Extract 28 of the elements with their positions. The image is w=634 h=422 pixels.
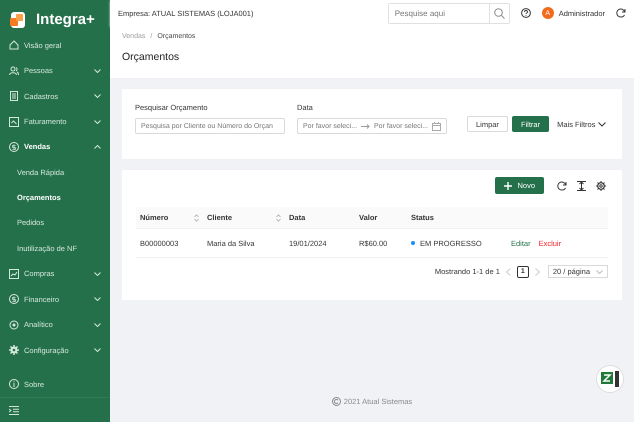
info-icon — [9, 379, 19, 390]
analytics-icon — [9, 320, 19, 330]
chevron-down-icon — [596, 270, 603, 274]
home-icon — [9, 40, 19, 50]
coin-icon — [9, 142, 19, 152]
column-height-icon[interactable] — [577, 180, 586, 190]
collapse-menu-icon[interactable] — [9, 406, 19, 415]
calendar-icon — [432, 122, 441, 130]
arrow-right-icon — [361, 124, 370, 128]
help-icon[interactable] — [520, 8, 531, 18]
search-field[interactable]: Pesquise aqui — [388, 2, 510, 24]
refresh-icon[interactable] — [616, 8, 626, 18]
coin-icon — [9, 294, 19, 304]
reload-icon[interactable] — [557, 180, 567, 190]
document-icon — [9, 91, 19, 102]
invoice-icon — [9, 116, 19, 127]
floating-logo-icon[interactable] — [596, 365, 624, 393]
page-title: Orçamentos — [122, 51, 180, 63]
chart-icon — [9, 268, 19, 279]
settings-icon — [9, 345, 19, 356]
copyright-icon — [332, 396, 341, 406]
plus-icon — [504, 182, 512, 190]
chevron-down-icon — [598, 122, 606, 126]
logo-icon — [8, 10, 28, 30]
people-icon — [9, 66, 19, 76]
search-icon[interactable] — [494, 8, 505, 18]
settings-icon[interactable] — [596, 180, 606, 190]
brand-name: Integra+ — [36, 11, 95, 28]
